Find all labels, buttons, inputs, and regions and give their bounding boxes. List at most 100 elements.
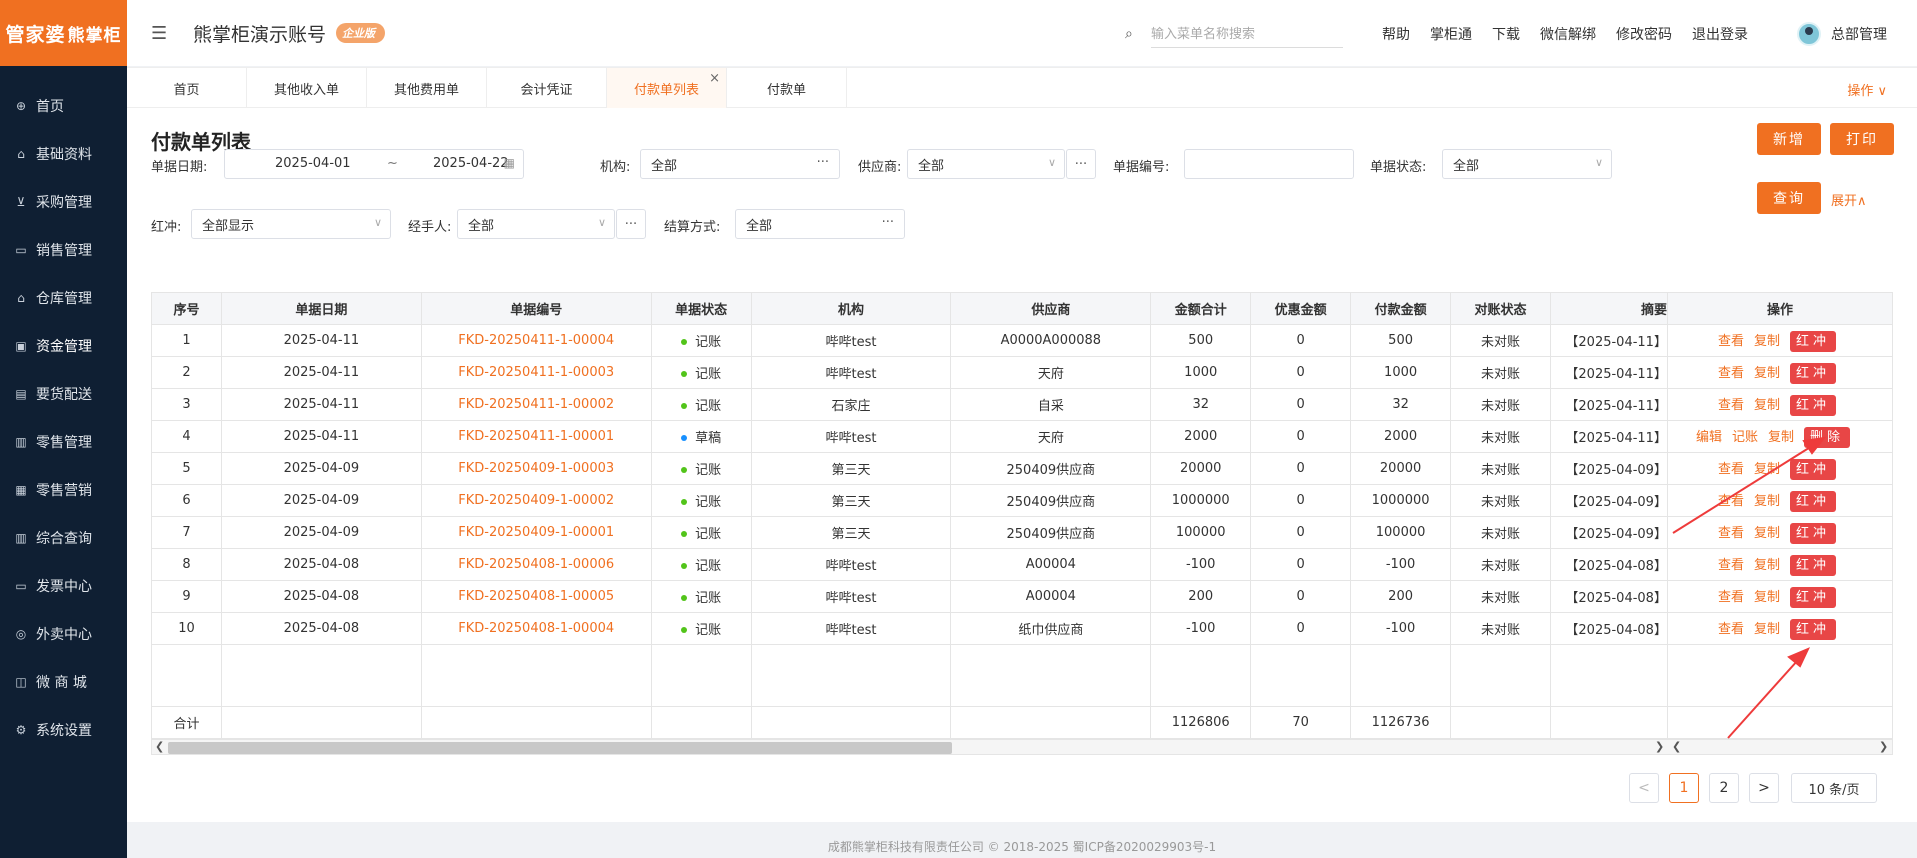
op-link-1[interactable]: 复制 [1754, 462, 1780, 477]
sidebar-item-12[interactable]: ◫ 微 商 城 [0, 658, 127, 706]
print-button[interactable]: 打印 [1830, 123, 1894, 155]
red-flush-button[interactable]: 红冲 [1790, 458, 1837, 480]
scroll-left-icon[interactable]: ❮ [1672, 740, 1681, 753]
doc-code-link[interactable]: FKD-20250409-1-00003 [420, 452, 652, 485]
settle-select[interactable]: 全部 ··· [735, 209, 905, 239]
red-flush-button[interactable]: 红冲 [1790, 330, 1837, 352]
sidebar-item-6[interactable]: ▤ 要货配送 [0, 370, 127, 418]
query-button[interactable]: 查询 [1757, 182, 1821, 214]
tab-operations[interactable]: 操作 ∨ [1847, 80, 1887, 99]
sidebar-item-4[interactable]: ⌂ 仓库管理 [0, 274, 127, 322]
status-select[interactable]: 全部 ∨ [1442, 149, 1612, 179]
op-link-0[interactable]: 查看 [1718, 398, 1744, 413]
menu-toggle-icon[interactable]: ☰ [151, 23, 167, 44]
doc-code-link[interactable]: FKD-20250411-1-00001 [420, 420, 652, 453]
red-flush-button[interactable]: 红冲 [1790, 362, 1837, 384]
sidebar-item-7[interactable]: ▥ 零售管理 [0, 418, 127, 466]
op-link-1[interactable]: 复制 [1754, 398, 1780, 413]
sidebar-item-11[interactable]: ◎ 外卖中心 [0, 610, 127, 658]
op-link-1[interactable]: 复制 [1754, 366, 1780, 381]
doc-code-link[interactable]: FKD-20250411-1-00002 [420, 388, 652, 421]
expand-toggle[interactable]: 展开∧ [1831, 190, 1867, 209]
sidebar-item-8[interactable]: ▦ 零售营销 [0, 466, 127, 514]
red-flush-button[interactable]: 红冲 [1790, 554, 1837, 576]
doc-code-link[interactable]: FKD-20250408-1-00006 [420, 548, 652, 581]
org-more-icon[interactable]: ··· [817, 155, 829, 170]
sidebar-item-5[interactable]: ▣ 资金管理 [0, 322, 127, 370]
top-link-3[interactable]: 微信解绑 [1540, 24, 1596, 44]
settle-more-icon[interactable]: ··· [882, 215, 894, 230]
page-button-2[interactable]: 2 [1709, 773, 1739, 803]
red-flush-button[interactable]: 红冲 [1790, 394, 1837, 416]
scroll-right-icon[interactable]: ❯ [1879, 740, 1888, 753]
scroll-left-icon[interactable]: ❮ [155, 740, 164, 753]
op-link-0[interactable]: 编辑 [1696, 430, 1722, 445]
op-link-1[interactable]: 复制 [1754, 494, 1780, 509]
tab-5[interactable]: 付款单 [727, 68, 847, 108]
top-link-5[interactable]: 退出登录 [1692, 24, 1748, 44]
op-link-1[interactable]: 记账 [1732, 430, 1758, 445]
menu-search-input[interactable] [1151, 20, 1343, 48]
doc-code-link[interactable]: FKD-20250409-1-00002 [420, 484, 652, 517]
horizontal-scrollbar[interactable]: ❮ ❯ ❮ ❯ [151, 739, 1893, 755]
supplier-select[interactable]: 全部 ∨ [907, 149, 1065, 179]
scroll-thumb[interactable] [168, 742, 952, 754]
handler-more-button[interactable]: ··· [616, 209, 646, 239]
sidebar-item-13[interactable]: ⚙ 系统设置 [0, 706, 127, 754]
doc-code-link[interactable]: FKD-20250411-1-00004 [420, 324, 652, 357]
sidebar-item-10[interactable]: ▭ 发票中心 [0, 562, 127, 610]
red-flush-button[interactable]: 红冲 [1790, 586, 1837, 608]
op-link-1[interactable]: 复制 [1754, 526, 1780, 541]
tab-4[interactable]: 付款单列表 × [607, 68, 727, 108]
op-link-0[interactable]: 查看 [1718, 558, 1744, 573]
op-link-0[interactable]: 查看 [1718, 494, 1744, 509]
top-link-1[interactable]: 掌柜通 [1430, 24, 1472, 44]
sidebar-item-2[interactable]: ⊻ 采购管理 [0, 178, 127, 226]
avatar[interactable] [1797, 22, 1821, 46]
sidebar-item-1[interactable]: ⌂ 基础资料 [0, 130, 127, 178]
op-link-1[interactable]: 复制 [1754, 558, 1780, 573]
doc-code-link[interactable]: FKD-20250409-1-00001 [420, 516, 652, 549]
date-to[interactable]: 2025-04-22 [433, 156, 509, 171]
op-link-1[interactable]: 复制 [1754, 590, 1780, 605]
tab-0[interactable]: 首页 [127, 68, 247, 108]
op-link-0[interactable]: 查看 [1718, 462, 1744, 477]
date-range-picker[interactable]: 2025-04-01 ~ 2025-04-22 ▦ [224, 149, 524, 179]
red-flush-button[interactable]: 红冲 [1790, 618, 1837, 640]
top-link-2[interactable]: 下载 [1492, 24, 1520, 44]
tab-2[interactable]: 其他费用单 [367, 68, 487, 108]
op-link-0[interactable]: 查看 [1718, 590, 1744, 605]
top-link-4[interactable]: 修改密码 [1616, 24, 1672, 44]
delete-button[interactable]: 删除 [1804, 426, 1851, 448]
doc-code-link[interactable]: FKD-20250408-1-00005 [420, 580, 652, 613]
org-select[interactable]: 全部 ··· [640, 149, 840, 179]
close-icon[interactable]: × [709, 71, 720, 86]
docno-input[interactable] [1184, 149, 1354, 179]
handler-select[interactable]: 全部 ∨ [457, 209, 615, 239]
page-button-1[interactable]: 1 [1669, 773, 1699, 803]
sidebar-item-0[interactable]: ⊕ 首页 [0, 82, 127, 130]
red-flush-button[interactable]: 红冲 [1790, 522, 1837, 544]
date-from[interactable]: 2025-04-01 [275, 156, 351, 171]
sidebar-item-3[interactable]: ▭ 销售管理 [0, 226, 127, 274]
scroll-right-icon[interactable]: ❯ [1655, 740, 1664, 753]
add-button[interactable]: 新增 [1757, 123, 1821, 155]
calendar-icon[interactable]: ▦ [504, 156, 515, 170]
tab-1[interactable]: 其他收入单 [247, 68, 367, 108]
search-icon[interactable]: ⌕ [1125, 26, 1141, 42]
red-flush-button[interactable]: 红冲 [1790, 490, 1837, 512]
doc-code-link[interactable]: FKD-20250411-1-00003 [420, 356, 652, 389]
sidebar-item-9[interactable]: ▥ 综合查询 [0, 514, 127, 562]
top-link-0[interactable]: 帮助 [1382, 24, 1410, 44]
page-size-select[interactable]: 10 条/页 [1791, 773, 1877, 803]
doc-code-link[interactable]: FKD-20250408-1-00004 [420, 612, 652, 645]
user-name[interactable]: 总部管理 [1831, 24, 1887, 44]
op-link-1[interactable]: 复制 [1754, 334, 1780, 349]
redflush-select[interactable]: 全部显示 ∨ [191, 209, 391, 239]
op-link-0[interactable]: 查看 [1718, 622, 1744, 637]
supplier-more-button[interactable]: ··· [1066, 149, 1096, 179]
op-link-0[interactable]: 查看 [1718, 334, 1744, 349]
user-menu[interactable]: 总部管理 [1797, 22, 1887, 46]
prev-page-button[interactable]: < [1629, 773, 1659, 803]
next-page-button[interactable]: > [1749, 773, 1779, 803]
